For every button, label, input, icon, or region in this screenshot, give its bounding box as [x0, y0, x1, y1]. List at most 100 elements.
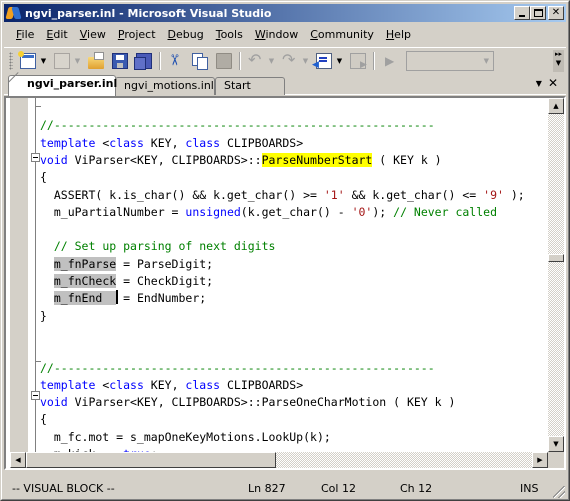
keyword-token: template — [40, 135, 96, 150]
close-button[interactable]: ✕ — [548, 6, 564, 20]
tab-tools: ▼ ✕ — [536, 76, 558, 90]
paste-icon[interactable] — [216, 52, 232, 69]
code-line: { — [40, 169, 47, 186]
code-line: m_fc.mot = s_mapOneKeyMotions.LookUp(k); — [40, 429, 331, 446]
code-line: //--------------------------------------… — [40, 117, 435, 134]
selected-text: m_fnParse — [53, 256, 117, 271]
vertical-scrollbar[interactable]: ▲ ▼ — [548, 98, 564, 452]
scroll-left-button[interactable]: ◀ — [10, 452, 26, 468]
window-title: ngvi_parser.inl - Microsoft Visual Studi… — [25, 6, 272, 20]
code-editor[interactable]: //--------------------------------------… — [4, 96, 566, 470]
status-bar: -- VISUAL BLOCK -- Ln 827 Col 12 Ch 12 I… — [4, 479, 566, 499]
code-token: = EndNumber; — [116, 291, 207, 306]
code-token: ); — [372, 204, 394, 219]
new-project-icon[interactable] — [18, 50, 36, 69]
selected-text: m_fnCheck — [53, 274, 117, 288]
horizontal-scrollbar[interactable]: ◀ ▶ — [10, 452, 548, 468]
add-item-dropdown[interactable]: ▼ — [74, 53, 81, 69]
cut-icon[interactable] — [168, 53, 184, 69]
keyword-token: template — [40, 377, 96, 392]
code-token: = ParseDigit; — [116, 256, 214, 271]
document-tab-strip: ngvi_parser.inl ngvi_motions.inl Start P… — [4, 75, 566, 108]
code-token: } — [40, 308, 47, 323]
visual-studio-window: ngvi_parser.inl - Microsoft Visual Studi… — [0, 0, 570, 501]
code-line: void ViParser<KEY, CLIPBOARDS>::ParseOne… — [40, 394, 455, 411]
undo-icon[interactable] — [248, 50, 264, 69]
indicator-margin[interactable] — [10, 98, 28, 452]
code-line: template <class KEY, class CLIPBOARDS> — [40, 377, 303, 394]
open-file-icon[interactable] — [88, 51, 104, 69]
scroll-down-button[interactable]: ▼ — [548, 436, 564, 452]
redo-icon[interactable] — [282, 50, 298, 69]
copy-icon[interactable] — [192, 52, 208, 70]
code-token: KEY, — [143, 377, 186, 392]
minimize-icon — [519, 15, 525, 17]
code-token: < — [95, 135, 110, 150]
menu-tools[interactable]: Tools — [210, 26, 249, 44]
add-item-icon[interactable] — [54, 52, 70, 69]
status-column: Col 12 — [321, 482, 356, 495]
save-icon[interactable] — [112, 52, 128, 69]
arrow-right-icon: ▶ — [537, 456, 543, 464]
tab-ngvi-motions[interactable]: ngvi_motions.inl — [115, 77, 215, 95]
menu-project[interactable]: Project — [112, 26, 162, 44]
arrow-up-icon: ▲ — [553, 102, 559, 110]
code-line: } — [40, 308, 47, 325]
navigate-backward-dropdown[interactable]: ▼ — [336, 53, 343, 69]
start-debugging-icon[interactable] — [382, 53, 398, 69]
redo-dropdown[interactable]: ▼ — [302, 53, 309, 69]
window-controls: ✕ — [514, 6, 564, 20]
horizontal-scroll-thumb[interactable] — [26, 452, 276, 468]
navigate-backward-icon[interactable] — [312, 52, 332, 70]
keyword-token: void — [40, 395, 68, 410]
comment-token: //--------------------------------------… — [40, 118, 435, 133]
highlighted-token: ParseNumberStart — [261, 152, 373, 167]
menu-community[interactable]: Community — [304, 26, 380, 44]
tab-start-page[interactable]: Start Page — [215, 77, 285, 108]
collapse-icon[interactable] — [31, 153, 40, 162]
code-token: KEY, — [143, 135, 186, 150]
minimize-button[interactable] — [514, 6, 530, 20]
vertical-scroll-thumb[interactable] — [548, 254, 564, 262]
menu-view[interactable]: View — [74, 26, 112, 44]
code-line: m_fnCheck = CheckDigit; — [40, 273, 213, 290]
new-project-dropdown[interactable]: ▼ — [40, 53, 47, 69]
menu-debug[interactable]: Debug — [162, 26, 210, 44]
toolbar-overflow-button[interactable]: ▸▸ ▼ — [553, 50, 564, 72]
tab-ngvi-parser[interactable]: ngvi_parser.inl — [8, 75, 118, 96]
code-line: m_fnEnd = EndNumber; — [40, 290, 206, 307]
toolbar-separator — [159, 51, 161, 70]
scroll-right-button[interactable]: ▶ — [532, 452, 548, 468]
scroll-up-button[interactable]: ▲ — [548, 98, 564, 114]
menu-edit[interactable]: Edit — [40, 26, 73, 44]
title-bar[interactable]: ngvi_parser.inl - Microsoft Visual Studi… — [4, 4, 566, 22]
collapse-icon[interactable] — [31, 391, 40, 400]
resize-grip-icon[interactable] — [553, 486, 565, 498]
navigate-forward-icon[interactable] — [350, 52, 367, 70]
keyword-token: class — [109, 377, 144, 392]
code-token: (k.get_char() - — [240, 204, 352, 219]
status-line: Ln 827 — [248, 482, 286, 495]
solution-configuration-combo[interactable]: ▼ — [406, 50, 494, 71]
code-token: m_uPartialNumber = — [40, 204, 186, 219]
menu-help[interactable]: Help — [380, 26, 417, 44]
menu-window[interactable]: Window — [249, 26, 304, 44]
code-token: ASSERT( k.is_char() && k.get_char() >= — [40, 187, 324, 202]
code-line: { — [40, 411, 47, 428]
string-token: '0' — [351, 204, 373, 219]
menu-file[interactable]: File — [4, 26, 40, 44]
maximize-button[interactable] — [530, 6, 546, 20]
close-document-icon[interactable]: ✕ — [548, 76, 558, 90]
code-token: = CheckDigit; — [116, 274, 214, 288]
active-files-dropdown-icon[interactable]: ▼ — [536, 79, 542, 88]
status-character: Ch 12 — [400, 482, 433, 495]
code-token: && k.get_char() <= — [344, 187, 484, 202]
code-text-area[interactable]: //--------------------------------------… — [40, 98, 546, 452]
save-all-icon[interactable] — [134, 52, 152, 70]
arrow-down-icon: ▼ — [553, 440, 559, 448]
undo-dropdown[interactable]: ▼ — [268, 53, 275, 69]
code-line: void ViParser<KEY, CLIPBOARDS>::ParseNum… — [40, 152, 442, 169]
toolbar-grip[interactable] — [9, 51, 13, 70]
tab-label: ngvi_parser.inl — [27, 77, 118, 90]
